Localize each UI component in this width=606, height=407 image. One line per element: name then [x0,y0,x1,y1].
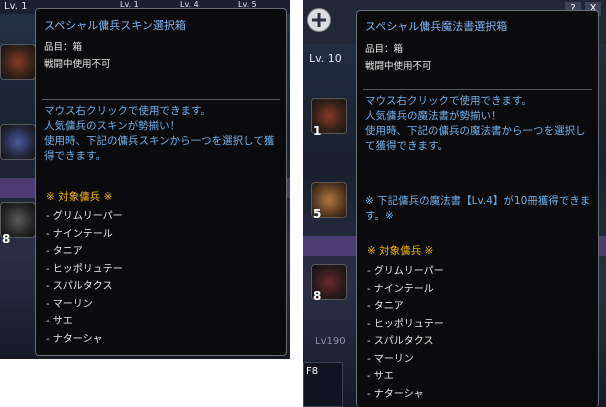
slot-count: 1 [313,124,322,138]
tooltip-category: 品目：箱 [44,42,83,53]
tooltip-description: マウス右クリックで使用できます。 人気傭兵の魔法書が勢揃い！ 使用時、下記の傭兵… [365,95,586,152]
list-item: - ヒッポリュテー [46,263,123,275]
level-label: Lv. 1 [4,1,28,12]
inventory-slot[interactable] [0,124,36,160]
left-game-screen: Lv. 1 Lv. 1 Lv. 4 Lv. 5 8 スペシャル傭兵スキン選択箱 … [0,0,290,359]
tooltip-title: スペシャル傭兵魔法書選択箱 [365,20,508,33]
tooltip-restriction: 戦闘中使用不可 [365,61,432,72]
list-item: - タニア [367,301,404,312]
list-item: - スパルタクス [367,336,434,347]
list-item: - ナターシャ [367,388,424,400]
slot-count: 5 [313,207,322,221]
list-item: - グリムリーパー [367,266,444,277]
list-item: - マーリン [367,353,414,365]
list-item: - マーリン [46,298,93,310]
hotkey-slot[interactable]: F8 [303,362,343,407]
tooltip-category: 品目：箱 [365,44,404,55]
list-item: - サエ [46,316,73,327]
list-item: - スパルタクス [46,281,113,292]
tooltip-title: スペシャル傭兵スキン選択箱 [44,19,186,32]
list-item: - ナターシャ [46,333,103,345]
tooltip-note: ※ 下記傭兵の魔法書【Lv.4】が10冊獲得できます。※ [365,195,591,222]
list-item: - サエ [367,371,394,382]
tooltip-divider [42,99,280,100]
inventory-slot[interactable] [0,44,36,80]
tooltip-divider [363,89,592,90]
right-game-screen: Lv. 10 ? X 1 5 8 Lv190 F8 スペシャル傭兵魔法書選択箱 … [303,0,606,407]
list-item: - ナインテール [367,283,434,295]
slot-count: 8 [313,289,322,303]
add-button[interactable] [307,8,331,32]
tooltip-description: マウス右クリックで使用できます。 人気傭兵のスキンが勢揃い！ 使用時、下記の傭兵… [44,105,275,162]
target-heading: ※ 対象傭兵 ※ [46,191,113,203]
list-item: - グリムリーパー [46,211,123,222]
slot-count: 8 [2,232,11,246]
target-heading: ※ 対象傭兵 ※ [367,245,434,257]
tooltip-restriction: 戦闘中使用不可 [44,59,111,70]
list-item: - ナインテール [46,228,113,240]
target-list: - グリムリーパー - ナインテール - タニア - ヒッポリュテー - スパル… [46,207,123,347]
item-tooltip: スペシャル傭兵魔法書選択箱 品目：箱 戦闘中使用不可 マウス右クリックで使用でき… [356,10,599,407]
item-tooltip: スペシャル傭兵スキン選択箱 品目：箱 戦闘中使用不可 マウス右クリックで使用でき… [35,8,287,356]
plus-icon [312,13,326,27]
target-list: - グリムリーパー - ナインテール - タニア - ヒッポリュテー - スパル… [367,262,444,402]
list-item: - タニア [46,246,83,257]
level-label: Lv190 [315,336,346,347]
list-item: - ヒッポリュテー [367,318,444,330]
hotkey-label: F8 [306,366,319,377]
level-label: Lv. 10 [309,52,342,65]
